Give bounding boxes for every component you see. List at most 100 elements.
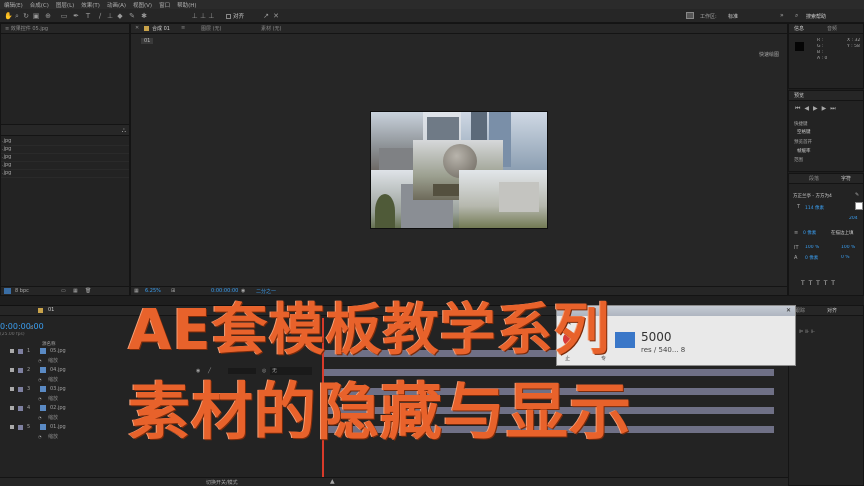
tab-composition[interactable]: 合成 01 bbox=[152, 25, 170, 32]
prev-frame-icon[interactable]: ◀ bbox=[804, 105, 813, 112]
resolution-select[interactable]: 二分之一 bbox=[256, 288, 276, 295]
layer-name[interactable]: 02.jpg bbox=[50, 405, 66, 411]
interpret-footage-icon[interactable] bbox=[4, 288, 11, 294]
tab-preview[interactable]: 预览 bbox=[794, 92, 804, 99]
zoom-icon[interactable]: ⌕ bbox=[13, 12, 21, 20]
hand-icon[interactable]: ✋ bbox=[4, 12, 13, 20]
label-color-icon[interactable] bbox=[18, 368, 23, 373]
timeline-timecode[interactable]: 0:00:00:00 bbox=[0, 322, 44, 331]
visibility-icon[interactable] bbox=[10, 349, 14, 353]
toggle-switches-modes[interactable]: 切换开关/模式 bbox=[206, 479, 238, 486]
eraser-icon[interactable]: ◆ bbox=[116, 12, 124, 20]
comp-canvas[interactable] bbox=[370, 111, 548, 229]
flowchart-icon[interactable]: ⛬ bbox=[122, 127, 126, 135]
label-color-icon[interactable] bbox=[18, 425, 23, 430]
menu-effect[interactable]: 效果(T) bbox=[81, 1, 100, 9]
workspace-select[interactable]: 标准 bbox=[728, 13, 738, 20]
tab-align[interactable]: 对齐 bbox=[827, 307, 837, 314]
list-item[interactable]: .jpg bbox=[1, 138, 129, 146]
layer-name[interactable]: 03.jpg bbox=[50, 386, 66, 392]
visibility-icon[interactable] bbox=[10, 387, 14, 391]
roto-brush-icon[interactable]: ✎ bbox=[128, 12, 136, 20]
tab-info[interactable]: 信息 bbox=[794, 25, 804, 32]
tab-tracker[interactable]: 跟踪 bbox=[795, 307, 805, 314]
tsume-value[interactable]: 0 % bbox=[841, 255, 850, 260]
grid-icon[interactable]: ▦ bbox=[134, 288, 139, 294]
snapshot-icon[interactable]: ◉ bbox=[241, 288, 245, 294]
eyedropper-icon[interactable]: ✎ bbox=[855, 192, 859, 198]
stopwatch-icon[interactable]: ◔ bbox=[38, 434, 42, 439]
trash-icon[interactable]: 🗑 bbox=[85, 288, 91, 294]
close-icon[interactable]: ✕ bbox=[786, 307, 791, 314]
align-left-icon[interactable]: ⊫ bbox=[799, 329, 803, 335]
stopwatch-icon[interactable]: ◔ bbox=[38, 377, 42, 382]
all-caps-icon[interactable]: T bbox=[816, 280, 824, 287]
align-right-icon[interactable]: ⊩ bbox=[811, 329, 815, 335]
new-comp-icon[interactable]: ▦ bbox=[73, 288, 78, 294]
stopwatch-icon[interactable]: ◔ bbox=[38, 415, 42, 420]
label-color-icon[interactable] bbox=[18, 349, 23, 354]
snap-edge-icon[interactable]: ↗ bbox=[262, 12, 270, 20]
new-folder-icon[interactable]: ▭ bbox=[61, 288, 66, 294]
menu-icon[interactable]: ≡ bbox=[181, 25, 185, 31]
font-select[interactable]: 方正兰亭 - 方方为4 bbox=[793, 193, 851, 199]
layer-name[interactable]: 01.jpg bbox=[50, 424, 66, 430]
last-frame-icon[interactable]: ⏭ bbox=[830, 105, 839, 112]
text-tool-icon[interactable]: T bbox=[84, 12, 92, 20]
zoom-level[interactable]: 6.25% bbox=[145, 288, 161, 294]
menu-animation[interactable]: 动画(A) bbox=[107, 1, 126, 9]
pen-blue-icon[interactable] bbox=[615, 332, 635, 348]
menu-edit[interactable]: 编辑(E) bbox=[4, 1, 23, 9]
eye-icon[interactable]: ◉ bbox=[196, 368, 200, 374]
rectangle-tool-icon[interactable]: ▭ bbox=[60, 12, 68, 20]
menu-composition[interactable]: 合成(C) bbox=[30, 1, 49, 9]
first-frame-icon[interactable]: ⏮ bbox=[795, 105, 804, 112]
search-help[interactable]: 搜索帮助 bbox=[806, 13, 826, 20]
include-select[interactable]: 帧缓率 bbox=[797, 148, 811, 154]
stopwatch-icon[interactable]: ◔ bbox=[38, 358, 42, 363]
mode-select[interactable] bbox=[228, 368, 256, 374]
tab-footage[interactable]: 素材 (无) bbox=[261, 25, 282, 32]
faux-bold-icon[interactable]: T bbox=[801, 280, 809, 287]
tab-layer[interactable]: 图层 (无) bbox=[201, 25, 222, 32]
tracking-value[interactable]: 204 bbox=[849, 216, 858, 221]
bpc-label[interactable]: 8 bpc bbox=[15, 288, 29, 294]
region-icon[interactable]: ⊞ bbox=[171, 288, 175, 294]
tab-paragraph[interactable]: 段落 bbox=[809, 175, 819, 182]
visibility-icon[interactable] bbox=[10, 406, 14, 410]
axis-mode-icons[interactable]: ⊥ ⊥ ⊥ bbox=[188, 12, 218, 20]
rotate-icon[interactable]: ↻ bbox=[22, 12, 30, 20]
list-item[interactable]: .jpg bbox=[1, 146, 129, 154]
brush-tool-icon[interactable]: ∕ bbox=[96, 12, 104, 20]
snap-checkbox[interactable] bbox=[226, 14, 231, 19]
pickwhip-icon[interactable]: ◎ bbox=[262, 368, 266, 374]
puppet-pin-icon[interactable]: ✱ bbox=[140, 12, 148, 20]
baseline-value[interactable]: 0 像素 bbox=[805, 255, 818, 261]
stopwatch-icon[interactable]: ◔ bbox=[38, 396, 42, 401]
list-item[interactable]: .jpg bbox=[1, 162, 129, 170]
fill-color-swatch[interactable] bbox=[855, 202, 863, 210]
font-size-value[interactable]: 114 像素 bbox=[805, 205, 824, 211]
pen-tool-icon[interactable]: ✒ bbox=[72, 12, 80, 20]
menu-help[interactable]: 帮助(H) bbox=[177, 1, 196, 9]
list-item[interactable]: .jpg bbox=[1, 170, 129, 178]
snap-toggle[interactable]: 对齐 bbox=[226, 12, 256, 20]
menu-window[interactable]: 窗口 bbox=[159, 1, 170, 9]
menu-layer[interactable]: 图层(L) bbox=[56, 1, 74, 9]
effect-controls-tab[interactable]: ≡ 效果控件 05.jpg bbox=[5, 25, 48, 32]
leading-value[interactable]: 0 像素 bbox=[803, 230, 816, 236]
layer-name[interactable]: 04.jpg bbox=[50, 367, 66, 373]
search-icon[interactable]: ⌕ bbox=[30, 324, 33, 332]
clone-stamp-icon[interactable]: ⊥ bbox=[106, 12, 114, 20]
comp-breadcrumb[interactable]: 01 bbox=[141, 38, 154, 44]
search-icon[interactable]: ⌕ bbox=[795, 12, 798, 20]
parent-select[interactable]: 无 bbox=[270, 367, 312, 375]
menu-view[interactable]: 视图(V) bbox=[133, 1, 152, 9]
vertical-scale-value[interactable]: 100 % bbox=[805, 245, 819, 250]
close-icon[interactable]: ✕ bbox=[135, 25, 139, 31]
fill-mode-select[interactable]: 在描边上填 bbox=[831, 230, 854, 236]
faux-italic-icon[interactable]: T bbox=[809, 280, 817, 287]
camera-icon[interactable]: ▣ bbox=[32, 12, 40, 20]
layer-name[interactable]: 05.jpg bbox=[50, 348, 66, 354]
tab-character[interactable]: 字符 bbox=[841, 175, 851, 182]
